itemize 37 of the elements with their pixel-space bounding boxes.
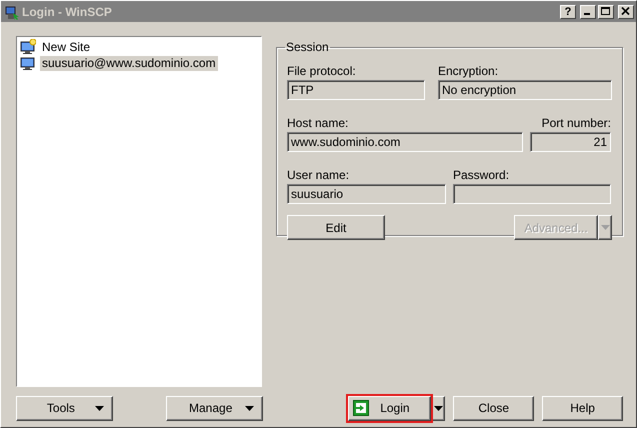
input-field[interactable]: 21 <box>530 132 611 152</box>
maximize-button[interactable] <box>598 4 614 18</box>
minimize-button[interactable] <box>580 4 596 18</box>
edit-button[interactable]: Edit <box>287 215 385 240</box>
menu-button[interactable]: Tools <box>16 396 113 420</box>
maximize-icon <box>601 7 611 16</box>
input-field[interactable]: No encryption <box>438 80 612 100</box>
group-title: Session <box>285 40 330 54</box>
dialog-button[interactable]: Help <box>542 396 624 420</box>
field-label: Encryption: <box>438 64 500 80</box>
caret-icon <box>94 406 104 410</box>
close-icon <box>621 7 631 16</box>
close-button[interactable] <box>618 4 634 18</box>
input-field[interactable]: FTP <box>287 80 425 100</box>
new-site-icon <box>20 39 36 55</box>
field-label: Host name: <box>287 116 350 132</box>
login-icon <box>353 400 370 416</box>
dropdown-button[interactable] <box>598 215 612 240</box>
input-field[interactable]: suusuario <box>287 184 446 204</box>
site-item[interactable]: suusuario@www.sudominio.com <box>40 56 218 70</box>
dialog-button[interactable]: Close <box>453 396 534 420</box>
caret-icon <box>434 406 443 410</box>
app-icon <box>4 4 20 20</box>
caret-icon <box>244 406 254 410</box>
field-label: Password: <box>453 168 510 184</box>
login-button[interactable]: Login <box>348 396 432 420</box>
monitor-icon <box>20 55 36 71</box>
caret-icon <box>600 225 610 230</box>
site-item[interactable]: New Site <box>40 40 92 54</box>
field-label: File protocol: <box>287 64 357 80</box>
field-label: Port number: <box>540 116 611 132</box>
field-label: User name: <box>287 168 350 184</box>
menu-button[interactable]: Manage <box>166 396 263 420</box>
help-button[interactable]: ? <box>560 4 576 18</box>
password-field[interactable] <box>453 184 611 204</box>
window-title: Login - WinSCP <box>22 4 113 18</box>
input-field[interactable]: www.sudominio.com <box>287 132 523 152</box>
